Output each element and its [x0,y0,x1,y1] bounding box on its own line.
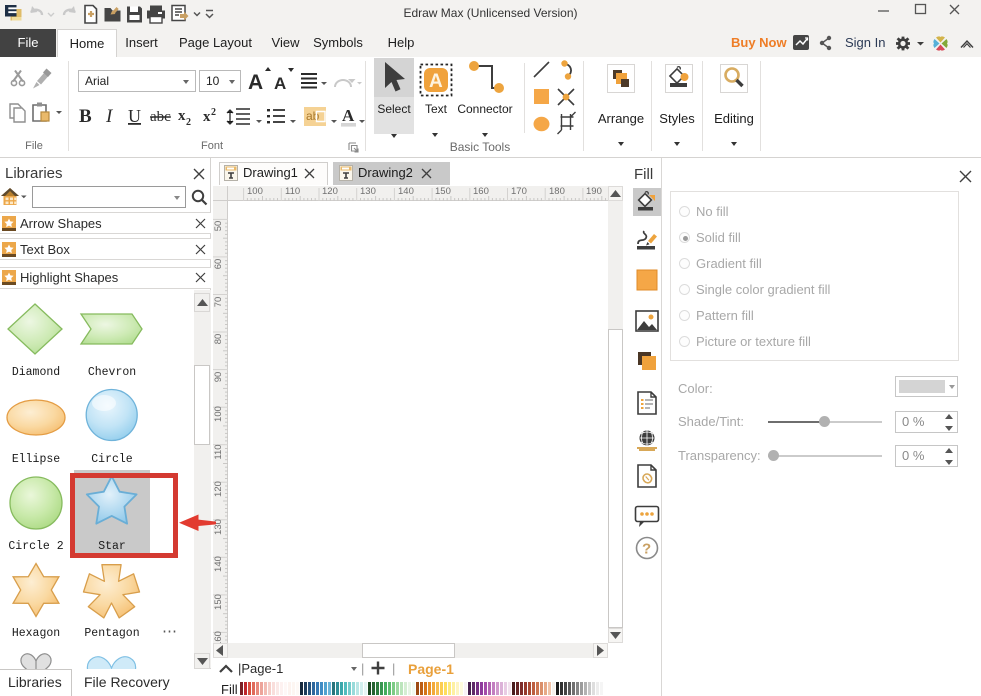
svg-text:A: A [248,71,263,94]
svg-text:2: 2 [186,117,191,128]
svg-text:A: A [342,106,355,125]
svg-text:U: U [128,106,141,126]
svg-text:?: ? [642,541,651,558]
svg-text:A: A [429,71,443,92]
svg-text:B: B [79,106,92,127]
svg-text:x: x [178,108,186,124]
svg-text:A: A [274,74,286,93]
svg-text:x: x [203,109,211,125]
svg-text:abc: abc [150,109,171,125]
svg-text:I: I [105,106,114,127]
svg-text:2: 2 [211,107,216,118]
